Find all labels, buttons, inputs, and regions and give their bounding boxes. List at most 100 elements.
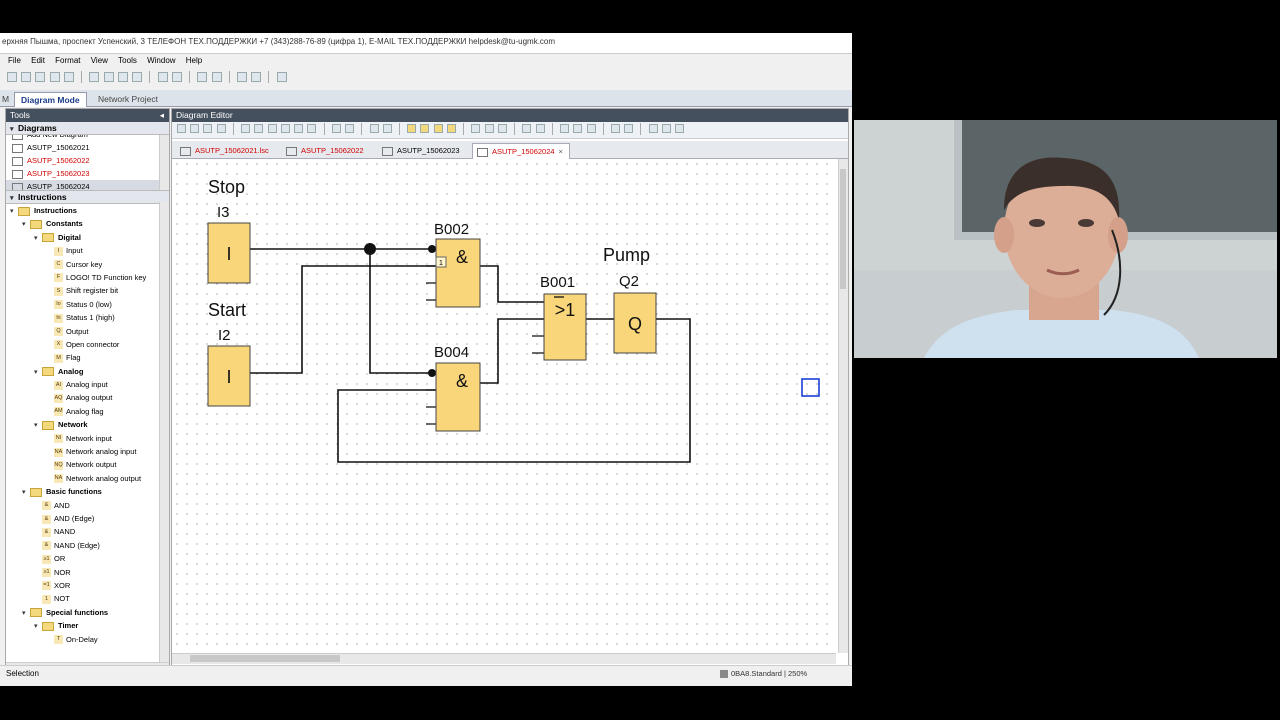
online-test-icon[interactable] (586, 124, 596, 133)
l-block-icon[interactable] (446, 124, 456, 133)
sf-block-icon[interactable] (433, 124, 443, 133)
tree-item[interactable]: & AND (Edge) (6, 512, 169, 525)
open-file-icon[interactable] (21, 72, 32, 82)
tree-item[interactable]: AI Analog input (6, 378, 169, 391)
redo-icon[interactable] (171, 72, 182, 82)
close-tab-icon[interactable]: × (559, 147, 563, 156)
tree-item[interactable]: S Shift register bit (6, 284, 169, 297)
redo-icon[interactable] (382, 124, 392, 133)
tree-item[interactable]: C Cursor key (6, 258, 169, 271)
diagram-list-scrollbar[interactable] (159, 135, 169, 190)
menu-tools[interactable]: Tools (118, 55, 137, 67)
tree-item[interactable]: NI Network input (6, 432, 169, 445)
tree-folder[interactable]: ▾ Network (6, 418, 169, 431)
chevron-down-icon[interactable]: ▾ (22, 486, 30, 499)
tree-item[interactable]: I Input (6, 244, 169, 257)
tree-item[interactable]: =1 XOR (6, 579, 169, 592)
pc-to-logo-icon[interactable] (197, 72, 208, 82)
chevron-down-icon[interactable]: ▾ (22, 218, 30, 231)
join-connection-icon[interactable] (345, 124, 355, 133)
undo-icon[interactable] (157, 72, 168, 82)
tree-item[interactable]: F LOGO! TD Function key (6, 271, 169, 284)
module-config-icon[interactable] (624, 124, 634, 133)
tree-item[interactable]: lo Status 0 (low) (6, 298, 169, 311)
align-right-icon[interactable] (267, 124, 277, 133)
diagram-list-item[interactable]: ASUTP_15062022 (6, 154, 169, 167)
cut-connection-icon[interactable] (331, 124, 341, 133)
canvas-v-scrollbar[interactable] (838, 159, 848, 653)
align-top-icon[interactable] (280, 124, 290, 133)
chevron-down-icon[interactable]: ▾ (34, 366, 42, 379)
menu-view[interactable]: View (91, 55, 108, 67)
simulation-icon[interactable] (573, 124, 583, 133)
chevron-down-icon[interactable]: ▾ (10, 205, 18, 218)
diagram-list-item[interactable]: ASUTP_15062024 (6, 180, 169, 190)
tree-folder[interactable]: ▾ Digital (6, 231, 169, 244)
diagrams-section-header[interactable]: ▾ Diagrams (6, 122, 169, 135)
window-cascade-icon[interactable] (251, 72, 262, 82)
upload-icon[interactable] (675, 124, 685, 133)
split-view-icon[interactable] (484, 124, 494, 133)
delete-icon[interactable] (89, 72, 100, 82)
menu-file[interactable]: File (8, 55, 21, 67)
window-tile-icon[interactable] (236, 72, 247, 82)
chevron-down-icon[interactable]: ▾ (34, 419, 42, 432)
tab-diagram-mode[interactable]: Diagram Mode (14, 92, 87, 107)
co-block-icon[interactable] (407, 124, 417, 133)
help-pointer-icon[interactable] (276, 72, 287, 82)
zoom-in-icon[interactable] (522, 124, 532, 133)
constants-tool-icon[interactable] (203, 124, 213, 133)
page-view-icon[interactable] (471, 124, 481, 133)
tree-item[interactable]: NA Network analog input (6, 445, 169, 458)
chevron-down-icon[interactable]: ▾ (22, 607, 30, 620)
columns-view-icon[interactable] (497, 124, 507, 133)
check-icon[interactable] (560, 124, 570, 133)
tree-item[interactable]: & NAND (Edge) (6, 539, 169, 552)
diagram-tab[interactable]: ASUTP_15062024 × (472, 143, 570, 159)
align-bottom-icon[interactable] (307, 124, 317, 133)
zoom-out-icon[interactable] (535, 124, 545, 133)
tree-item[interactable]: NA Network analog output (6, 472, 169, 485)
save-icon[interactable] (49, 72, 60, 82)
tree-item[interactable]: 1 NOT (6, 592, 169, 605)
copy-icon[interactable] (117, 72, 128, 82)
tree-item[interactable]: X Open connector (6, 338, 169, 351)
tree-item[interactable]: & NAND (6, 525, 169, 538)
transfer-icon[interactable] (648, 124, 658, 133)
menu-edit[interactable]: Edit (31, 55, 45, 67)
gf-block-icon[interactable] (420, 124, 430, 133)
align-left-icon[interactable] (241, 124, 251, 133)
canvas-v-scroll-thumb[interactable] (840, 169, 846, 289)
cut-icon[interactable] (103, 72, 114, 82)
tree-item[interactable]: Q Output (6, 325, 169, 338)
text-tool-icon[interactable] (216, 124, 226, 133)
tree-folder[interactable]: ▾ Constants (6, 217, 169, 230)
instructions-section-header[interactable]: ▾ Instructions (6, 191, 169, 204)
tree-folder[interactable]: ▾ Special functions (6, 606, 169, 619)
tree-item[interactable]: M Flag (6, 351, 169, 364)
print-icon[interactable] (63, 72, 74, 82)
download-icon[interactable] (661, 124, 671, 133)
align-middle-icon[interactable] (294, 124, 304, 133)
menu-help[interactable]: Help (186, 55, 202, 67)
collapse-left-icon[interactable]: ◂ (160, 109, 164, 122)
diagram-tab[interactable]: ASUTP_15062021.lsc (176, 143, 280, 158)
network-view-icon[interactable] (610, 124, 620, 133)
tree-item[interactable]: ≥1 NOR (6, 566, 169, 579)
menu-format[interactable]: Format (55, 55, 80, 67)
logo-to-pc-icon[interactable] (211, 72, 222, 82)
canvas-h-scrollbar[interactable] (172, 653, 836, 664)
align-center-icon[interactable] (254, 124, 264, 133)
diagram-list-item[interactable]: ASUTP_15062023 (6, 167, 169, 180)
diagram-tab[interactable]: ASUTP_15062022 (282, 143, 376, 158)
select-pointer-icon[interactable] (177, 124, 186, 133)
menu-window[interactable]: Window (147, 55, 175, 67)
tree-folder[interactable]: ▾ Basic functions (6, 485, 169, 498)
chevron-down-icon[interactable]: ▾ (34, 620, 42, 633)
instructions-scrollbar[interactable] (159, 202, 169, 664)
diagram-canvas[interactable]: 1 Stop I3 I Start I2 I B002 & B004 & B00… (172, 159, 836, 653)
new-file-icon[interactable] (7, 72, 17, 82)
chevron-down-icon[interactable]: ▾ (34, 232, 42, 245)
tree-folder[interactable]: ▾ Instructions (6, 204, 169, 217)
tree-folder[interactable]: ▾ Timer (6, 619, 169, 632)
